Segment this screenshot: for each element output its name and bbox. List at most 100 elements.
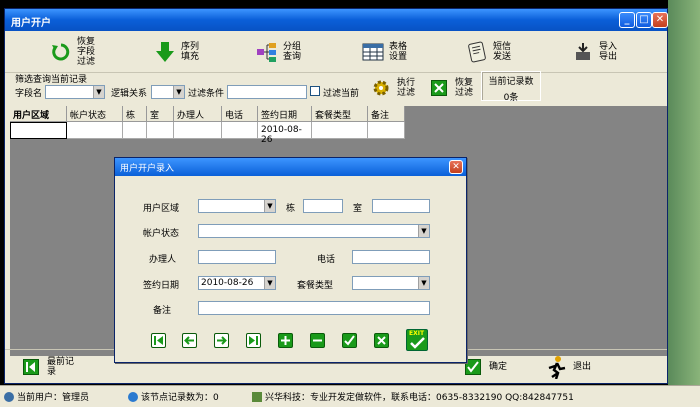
import-export-icon bbox=[571, 40, 595, 64]
company-status: 兴华科技：专业开发定做软件，联系电话：0635-8332190 QQ:84284… bbox=[252, 390, 574, 403]
table-cell[interactable]: 2010-08-26 bbox=[258, 122, 312, 145]
chevron-down-icon: ▼ bbox=[93, 86, 104, 98]
package-label: 套餐类型 bbox=[297, 281, 334, 291]
delete-record-button[interactable] bbox=[310, 333, 325, 348]
check-icon bbox=[410, 337, 425, 349]
check-icon bbox=[344, 335, 355, 346]
chevron-down-icon: ▼ bbox=[418, 277, 429, 289]
filter-section-label: 筛选查询当前记录 bbox=[15, 75, 88, 85]
confirm-button[interactable]: 确定 bbox=[461, 352, 507, 382]
table-cell[interactable] bbox=[67, 122, 123, 139]
column-header[interactable]: 套餐类型 bbox=[312, 106, 368, 122]
chevron-down-icon: ▼ bbox=[173, 86, 184, 98]
x-icon bbox=[377, 336, 386, 345]
account-status-select[interactable]: ▼ bbox=[198, 224, 430, 238]
building-input[interactable] bbox=[303, 199, 343, 213]
maximize-button[interactable]: □ bbox=[636, 12, 652, 28]
remark-input[interactable] bbox=[198, 301, 430, 315]
first-record-label: 最前记 录 bbox=[47, 357, 75, 377]
package-select[interactable]: ▼ bbox=[352, 276, 430, 290]
restore-filter-button[interactable]: 恢复 过滤 bbox=[427, 75, 473, 101]
table-cell[interactable] bbox=[10, 122, 67, 139]
dialog-title-bar: 用户开户录入 bbox=[115, 158, 466, 176]
filter-current-checkbox[interactable] bbox=[310, 86, 320, 96]
plus-icon bbox=[281, 336, 290, 345]
room-label: 室 bbox=[353, 204, 363, 214]
condition-label: 过滤条件 bbox=[188, 89, 225, 99]
add-record-button[interactable] bbox=[278, 333, 293, 348]
next-record-button[interactable] bbox=[214, 333, 229, 348]
minus-icon bbox=[313, 339, 322, 342]
table-settings-label: 表格 设置 bbox=[389, 42, 408, 62]
close-button[interactable]: ✕ bbox=[652, 12, 668, 28]
first-record-nav-button[interactable] bbox=[151, 333, 166, 348]
column-header[interactable]: 办理人 bbox=[174, 106, 222, 122]
table-cell[interactable] bbox=[312, 122, 368, 139]
column-header[interactable]: 电话 bbox=[222, 106, 258, 122]
table-cell[interactable] bbox=[123, 122, 147, 139]
handler-input[interactable] bbox=[198, 250, 276, 264]
gear-icon bbox=[369, 76, 393, 100]
column-header[interactable]: 室 bbox=[147, 106, 174, 122]
refresh-icon bbox=[49, 40, 73, 64]
status-bar: 当前用户：管理员 该节点记录数为：0 兴华科技：专业开发定做软件，联系电话：06… bbox=[0, 385, 700, 407]
node-count-status: 该节点记录数为：0 bbox=[128, 390, 219, 403]
phone-input[interactable] bbox=[352, 250, 430, 264]
group-query-button[interactable]: 分组 查询 bbox=[255, 35, 301, 69]
restore-filter-label: 恢复 过滤 bbox=[455, 78, 474, 98]
sms-send-label: 短信 发送 bbox=[493, 42, 512, 62]
table-settings-button[interactable]: 表格 设置 bbox=[361, 35, 407, 69]
room-input[interactable] bbox=[372, 199, 430, 213]
first-icon bbox=[154, 336, 163, 345]
chevron-down-icon: ▼ bbox=[264, 277, 275, 289]
dialog-title: 用户开户录入 bbox=[120, 164, 175, 174]
field-name-label: 字段名 bbox=[15, 89, 43, 99]
running-man-icon bbox=[545, 355, 569, 379]
table-cell[interactable] bbox=[368, 122, 405, 139]
sign-date-label: 签约日期 bbox=[143, 281, 180, 291]
prev-record-button[interactable] bbox=[182, 333, 197, 348]
cancel-record-button[interactable] bbox=[374, 333, 389, 348]
current-user-status: 当前用户：管理员 bbox=[4, 390, 89, 403]
sequence-fill-label: 序列 填充 bbox=[181, 42, 200, 62]
node-count-text: 该节点记录数为：0 bbox=[141, 393, 219, 403]
column-header[interactable]: 帐户状态 bbox=[67, 106, 123, 122]
handler-label: 办理人 bbox=[149, 255, 177, 265]
first-record-button[interactable]: 最前记 录 bbox=[19, 352, 74, 382]
dialog-exit-button[interactable]: EXIT bbox=[406, 329, 428, 351]
dialog-close-button[interactable]: ✕ bbox=[449, 160, 463, 174]
current-user-text: 当前用户：管理员 bbox=[17, 393, 90, 403]
import-export-button[interactable]: 导入 导出 bbox=[571, 35, 617, 69]
field-name-select[interactable]: ▼ bbox=[45, 85, 105, 99]
arrow-right-icon bbox=[217, 336, 227, 345]
execute-filter-button[interactable]: 执行 过滤 bbox=[369, 75, 415, 101]
exit-button[interactable]: 退出 bbox=[545, 352, 591, 382]
minimize-button[interactable]: _ bbox=[619, 12, 635, 28]
restore-field-button[interactable]: 恢复 字段 过滤 bbox=[49, 35, 95, 69]
save-record-button[interactable] bbox=[342, 333, 357, 348]
area-select[interactable]: ▼ bbox=[198, 199, 276, 213]
sign-date-value: 2010-08-26 bbox=[201, 278, 254, 288]
record-count-value: 0条 bbox=[503, 93, 519, 103]
table-cell[interactable] bbox=[147, 122, 174, 139]
column-header[interactable]: 用户区域 bbox=[10, 106, 67, 122]
column-header[interactable]: 签约日期 bbox=[258, 106, 312, 122]
down-arrow-icon bbox=[153, 40, 177, 64]
sequence-fill-button[interactable]: 序列 填充 bbox=[153, 35, 199, 69]
sms-send-button[interactable]: 短信 发送 bbox=[465, 35, 511, 69]
execute-filter-label: 执行 过滤 bbox=[397, 78, 416, 98]
user-icon bbox=[4, 391, 14, 402]
restore-field-label: 恢复 字段 过滤 bbox=[77, 37, 96, 67]
last-record-button[interactable] bbox=[246, 333, 261, 348]
company-text: 兴华科技：专业开发定做软件，联系电话：0635-8332190 QQ:84284… bbox=[265, 393, 574, 403]
logic-select[interactable]: ▼ bbox=[151, 85, 185, 99]
company-icon bbox=[252, 391, 262, 402]
condition-input[interactable] bbox=[227, 85, 307, 99]
phone-label: 电话 bbox=[317, 255, 336, 265]
column-header[interactable]: 栋 bbox=[123, 106, 147, 122]
table-cell[interactable] bbox=[174, 122, 222, 139]
sign-date-picker[interactable]: 2010-08-26 ▼ bbox=[198, 276, 276, 290]
title-bar: 用户开户 bbox=[5, 9, 667, 31]
table-cell[interactable] bbox=[222, 122, 258, 139]
column-header[interactable]: 备注 bbox=[368, 106, 405, 122]
